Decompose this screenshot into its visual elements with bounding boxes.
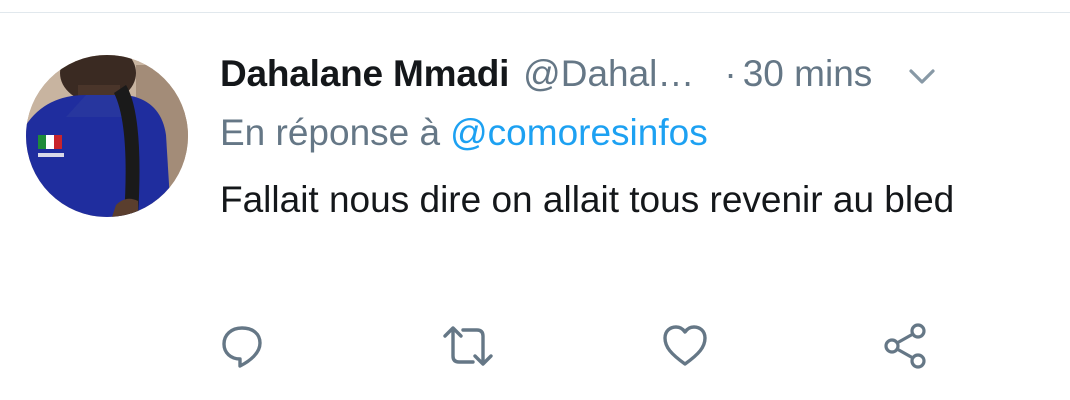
retweet-icon [440,322,496,370]
heart-icon [661,322,709,370]
reply-mention-link[interactable]: @comoresinfos [450,112,708,153]
top-divider [0,12,1070,13]
share-icon [880,321,930,371]
separator-dot: · [724,53,737,94]
like-button[interactable] [657,318,713,374]
chevron-down-icon[interactable] [906,61,938,93]
tweet-card[interactable]: Dahalane Mmadi @Dahal… · 30 mins En répo… [0,0,1070,400]
tweet-header: Dahalane Mmadi @Dahal… · 30 mins [220,50,1050,98]
tweet-text: Fallait nous dire on allait tous revenir… [220,179,955,220]
avatar[interactable] [26,55,188,217]
share-button[interactable] [877,318,933,374]
reply-icon [218,322,266,370]
timestamp[interactable]: 30 mins [743,53,873,95]
reply-button[interactable] [214,318,270,374]
user-handle[interactable]: @Dahal… [523,53,694,95]
retweet-button[interactable] [440,318,496,374]
display-name[interactable]: Dahalane Mmadi [220,53,509,95]
action-bar [0,318,1070,374]
reply-prefix: En réponse à [220,112,441,153]
reply-context: En réponse à @comoresinfos [220,112,708,154]
